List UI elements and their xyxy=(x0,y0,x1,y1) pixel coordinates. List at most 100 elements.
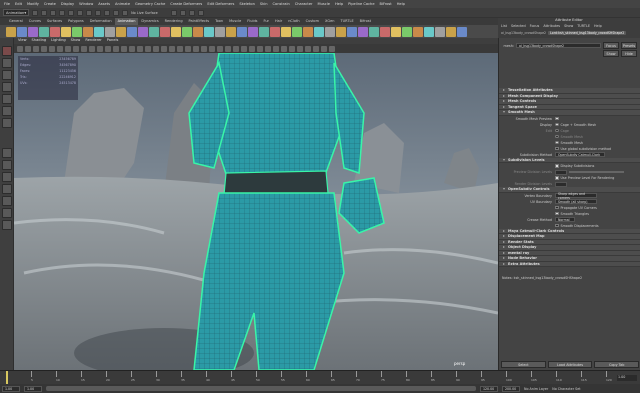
shelf-tool-icon[interactable] xyxy=(61,26,71,37)
shelf-tool-icon[interactable] xyxy=(325,26,335,37)
redo-icon[interactable] xyxy=(68,9,75,16)
shelf-tab-dynamics[interactable]: Dynamics xyxy=(138,18,161,25)
viewport-tool-icon[interactable] xyxy=(81,45,87,52)
shelf-tool-icon[interactable] xyxy=(413,26,423,37)
viewport-tool-icon[interactable] xyxy=(17,45,23,52)
menu-bifrost[interactable]: BiFrost xyxy=(380,2,392,6)
viewport-tool-icon[interactable] xyxy=(153,45,159,52)
select-tool-icon[interactable] xyxy=(2,46,12,56)
snap-curve-icon[interactable] xyxy=(104,9,111,16)
select-button[interactable]: Select xyxy=(501,361,546,368)
menu-geometry-cache[interactable]: Geometry Cache xyxy=(135,2,165,6)
shelf-tab-toon[interactable]: Toon xyxy=(212,18,226,25)
propagate-uv-checkbox[interactable] xyxy=(555,205,559,210)
shelf-tool-icon[interactable] xyxy=(6,26,16,37)
move-tool-icon[interactable] xyxy=(2,82,12,92)
ae-menu-focus[interactable]: Focus xyxy=(530,24,540,28)
ae-menu-selected[interactable]: Selected xyxy=(511,24,526,28)
display-subdivisions-checkbox[interactable] xyxy=(555,164,559,168)
viewport-tool-icon[interactable] xyxy=(321,45,327,52)
save-scene-icon[interactable] xyxy=(50,9,57,16)
show-button[interactable]: Show xyxy=(603,50,619,57)
shelf-tool-icon[interactable] xyxy=(182,26,192,37)
ipr-render-icon[interactable] xyxy=(179,9,186,16)
character-set-label[interactable]: No Character Set xyxy=(552,387,580,391)
shelf-tool-icon[interactable] xyxy=(292,26,302,37)
preview-division-field[interactable] xyxy=(555,169,567,175)
shelf-tool-icon[interactable] xyxy=(94,26,104,37)
use-preview-level-checkbox[interactable] xyxy=(555,176,559,180)
shelf-tool-icon[interactable] xyxy=(270,26,280,37)
shelf-tab-rendering[interactable]: Rendering xyxy=(162,18,186,25)
shelf-tool-icon[interactable] xyxy=(50,26,60,37)
viewport-tool-icon[interactable] xyxy=(193,45,199,52)
focus-button[interactable]: Focus xyxy=(603,42,619,49)
menu-skeleton[interactable]: Skeleton xyxy=(239,2,255,6)
ae-menu-show[interactable]: Show xyxy=(564,24,573,28)
shelf-tab-xgen[interactable]: XGen xyxy=(322,18,337,25)
new-scene-icon[interactable] xyxy=(32,9,39,16)
ae-menu-help[interactable]: Help xyxy=(594,24,602,28)
shelf-tool-icon[interactable] xyxy=(215,26,225,37)
shelf-tab-hair[interactable]: Hair xyxy=(272,18,285,25)
anim-layer-label[interactable]: No Anim Layer xyxy=(524,387,548,391)
display-radio-cage[interactable] xyxy=(555,128,559,133)
shelf-tab-turtle[interactable]: TURTLE xyxy=(337,18,356,25)
shelf-tool-icon[interactable] xyxy=(226,26,236,37)
hide-button[interactable]: Hide xyxy=(621,50,637,57)
viewport-tool-icon[interactable] xyxy=(241,45,247,52)
shelf-tool-icon[interactable] xyxy=(72,26,82,37)
viewport-tool-icon[interactable] xyxy=(257,45,263,52)
presets-button[interactable]: Presets xyxy=(621,42,637,49)
paint-select-icon[interactable] xyxy=(2,70,12,80)
viewport-tool-icon[interactable] xyxy=(329,45,335,52)
menu-modify[interactable]: Modify xyxy=(27,2,39,6)
shelf-tool-icon[interactable] xyxy=(314,26,324,37)
layout-side-icon[interactable] xyxy=(2,172,12,182)
copy-tab-button[interactable]: Copy Tab xyxy=(594,361,640,368)
viewport-tool-icon[interactable] xyxy=(297,45,303,52)
shelf-tool-icon[interactable] xyxy=(259,26,269,37)
shelf-tool-icon[interactable] xyxy=(391,26,401,37)
viewport-tool-icon[interactable] xyxy=(113,45,119,52)
viewport-tool-icon[interactable] xyxy=(161,45,167,52)
range-inner-end-field[interactable]: 120.00 xyxy=(480,385,498,392)
shelf-tool-icon[interactable] xyxy=(17,26,27,37)
display-radio-smooth[interactable] xyxy=(555,134,559,139)
shelf-tool-icon[interactable] xyxy=(457,26,467,37)
viewport-tool-icon[interactable] xyxy=(177,45,183,52)
menu-create-deformers[interactable]: Create Deformers xyxy=(170,2,202,6)
shelf-tool-icon[interactable] xyxy=(149,26,159,37)
viewport-tool-icon[interactable] xyxy=(305,45,311,52)
last-tool-icon[interactable] xyxy=(2,118,12,128)
menu-create[interactable]: Create xyxy=(44,2,56,6)
rotate-tool-icon[interactable] xyxy=(2,94,12,104)
viewport-tool-icon[interactable] xyxy=(145,45,151,52)
menu-edit[interactable]: Edit xyxy=(15,2,22,6)
menu-constrain[interactable]: Constrain xyxy=(273,2,290,6)
render-icon[interactable] xyxy=(170,9,177,16)
viewport-tool-icon[interactable] xyxy=(105,45,111,52)
viewport-tool-icon[interactable] xyxy=(25,45,31,52)
menu-assets[interactable]: Assets xyxy=(98,2,110,6)
range-end-field[interactable]: 200.00 xyxy=(502,385,520,392)
lasso-tool-icon[interactable] xyxy=(2,58,12,68)
shelf-tab-ncloth[interactable]: nCloth xyxy=(285,18,302,25)
menu-file[interactable]: File xyxy=(4,2,10,6)
menu-pipeline-cache[interactable]: Pipeline Cache xyxy=(348,2,374,6)
smooth-preview-checkbox[interactable] xyxy=(555,116,559,121)
shelf-tool-icon[interactable] xyxy=(303,26,313,37)
menu-skin[interactable]: Skin xyxy=(260,2,268,6)
snap-point-icon[interactable] xyxy=(113,9,120,16)
viewport-tool-icon[interactable] xyxy=(281,45,287,52)
viewport-tool-icon[interactable] xyxy=(73,45,79,52)
shelf-tool-icon[interactable] xyxy=(347,26,357,37)
snap-grid-icon[interactable] xyxy=(95,9,102,16)
shelf-tool-icon[interactable] xyxy=(28,26,38,37)
viewport-tool-icon[interactable] xyxy=(225,45,231,52)
menu-muscle[interactable]: Muscle xyxy=(318,2,330,6)
layout-custom-icon[interactable] xyxy=(2,220,12,230)
shelf-tab-bifrost[interactable]: Bifrost xyxy=(357,18,374,25)
range-start-field[interactable]: 1.00 xyxy=(2,385,20,392)
shelf-tab-animation[interactable]: Animation xyxy=(114,18,139,25)
